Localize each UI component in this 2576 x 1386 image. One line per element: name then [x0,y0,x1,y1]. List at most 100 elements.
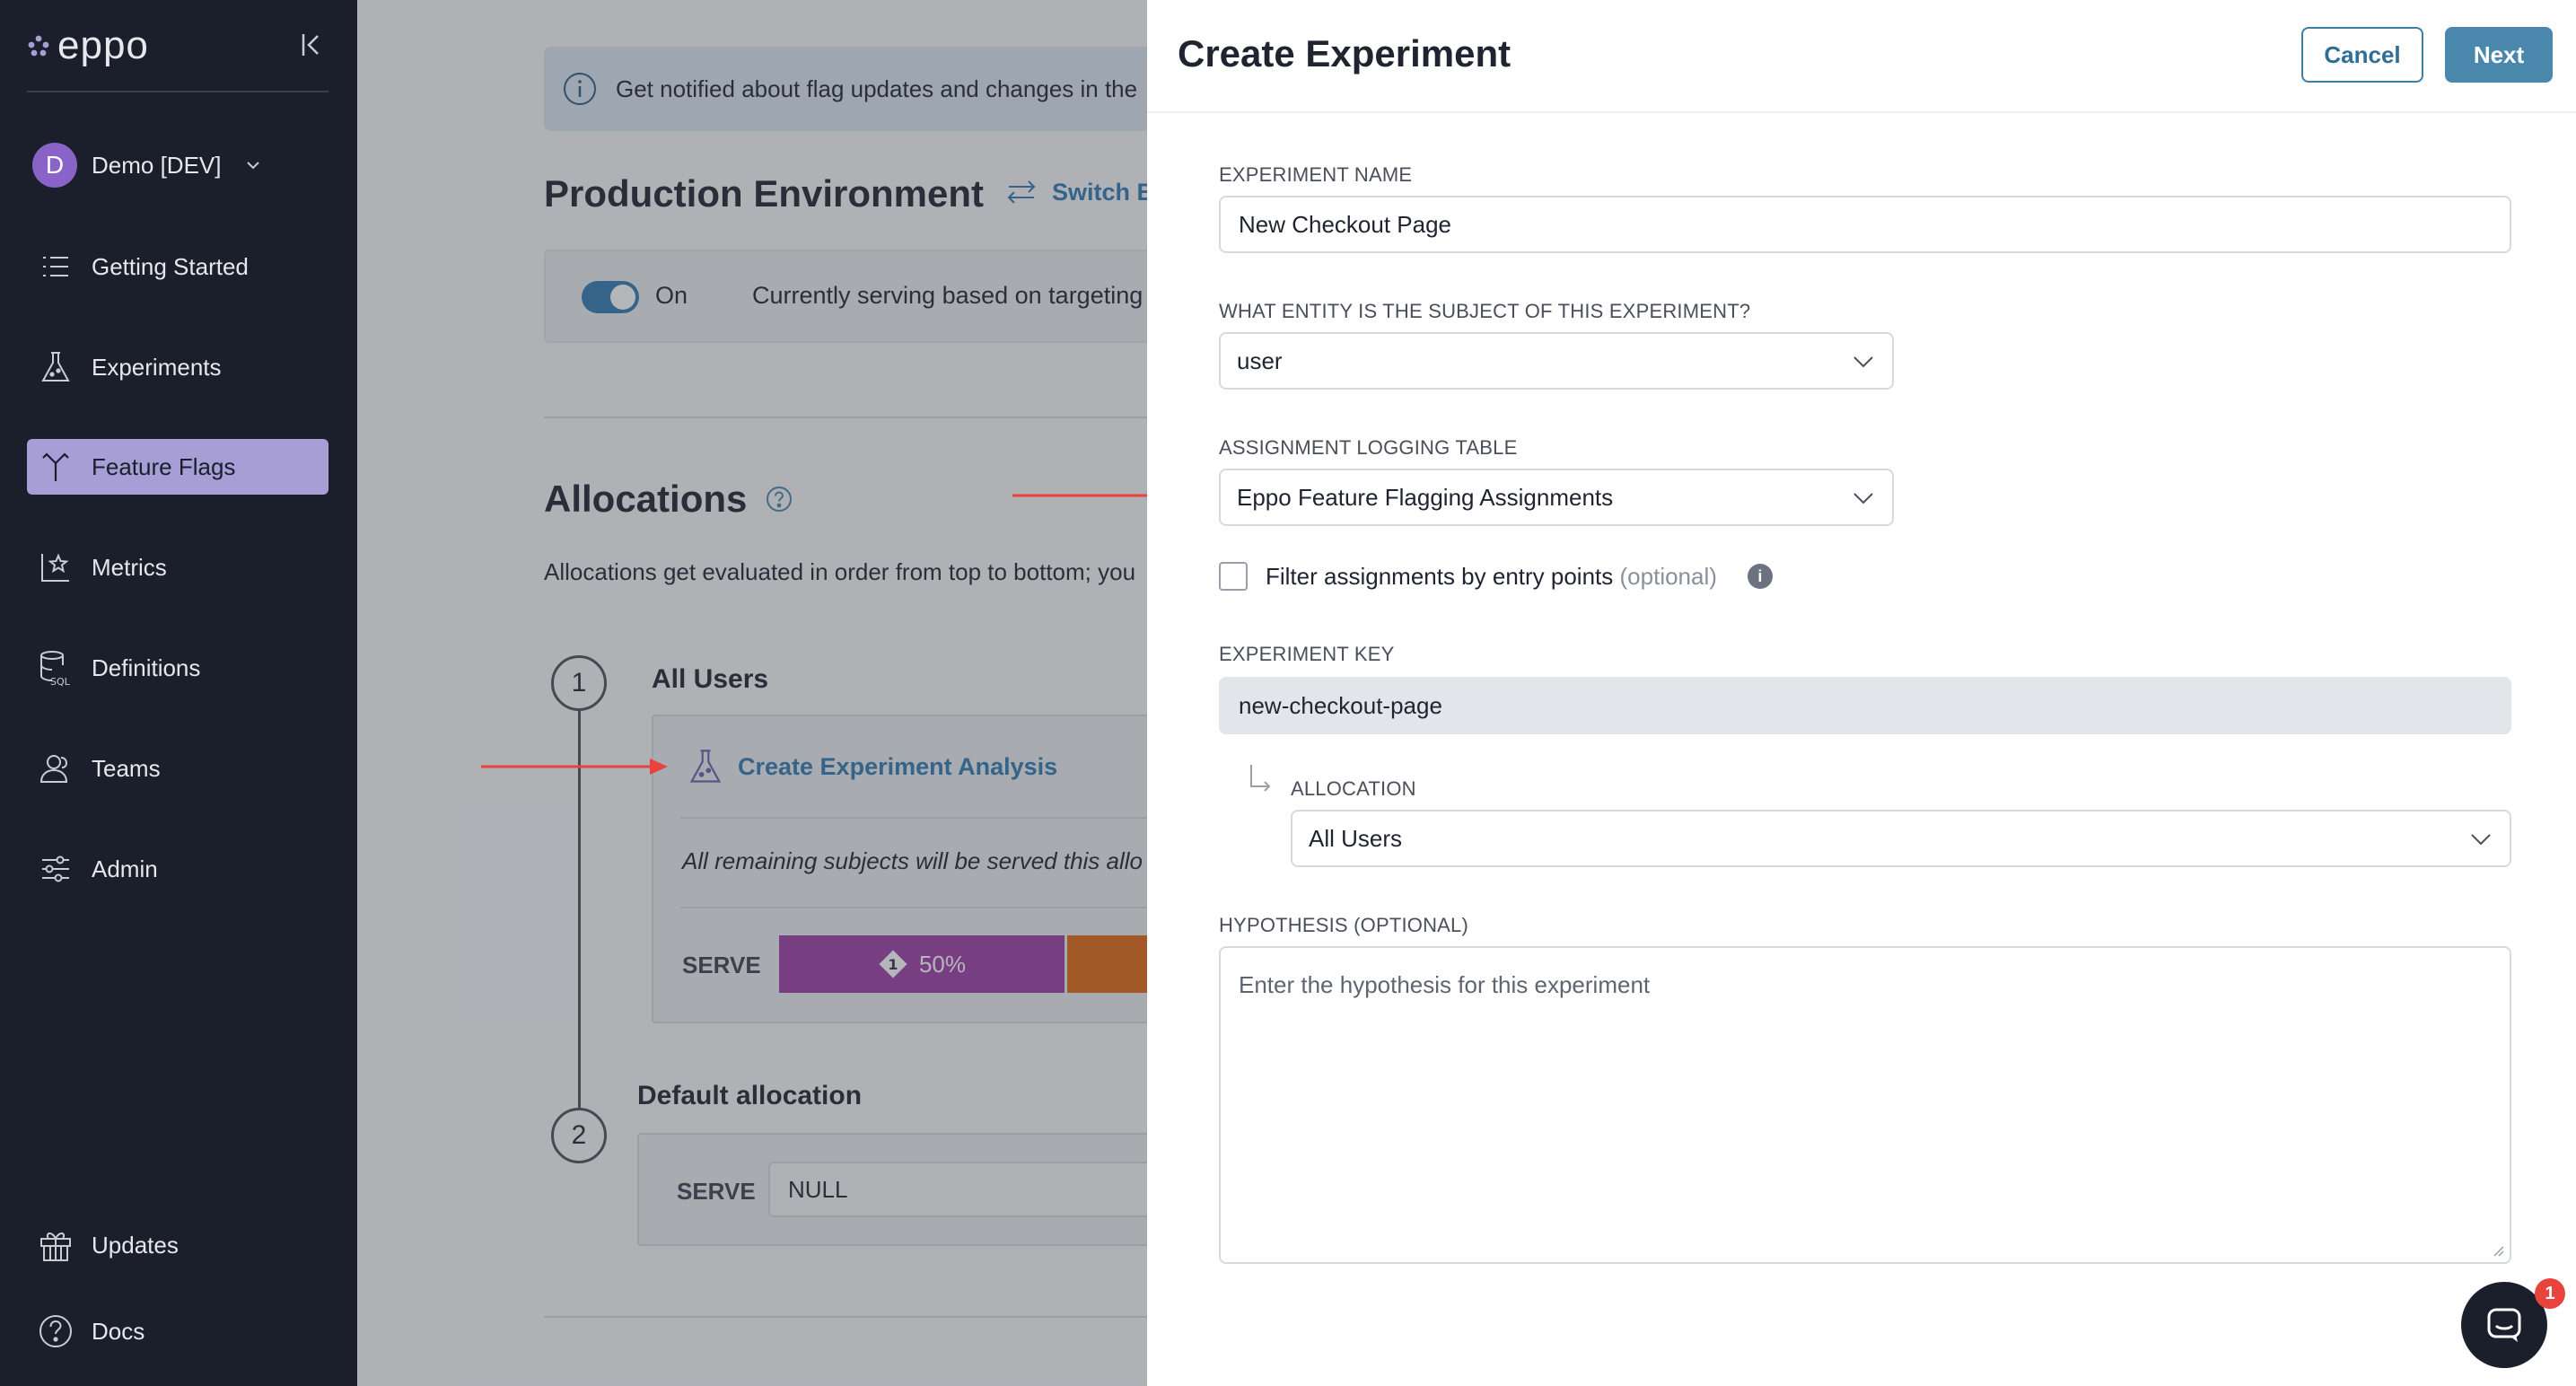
create-experiment-drawer: Create Experiment Cancel Next EXPERIMENT… [1147,0,2576,1386]
branch-connector-icon [1250,765,1271,792]
default-serve-value[interactable]: NULL [768,1162,1147,1217]
environment-title: Production Environment [544,172,985,215]
sidebar-item-label: Experiments [92,353,222,381]
environment-toggle[interactable] [582,281,639,313]
database-sql-icon: SQL [38,650,74,687]
experiment-key-label: EXPERIMENT KEY [1219,643,1395,665]
svg-text:SQL: SQL [50,676,71,687]
allocation-name: All Users [652,664,769,694]
list-icon [38,249,74,285]
allocation-step-2: 2 [551,1108,607,1163]
sliders-icon [38,851,74,887]
variant-segment[interactable]: 1 50% [779,935,1065,993]
variant-diamond-icon: 1 [879,950,907,978]
chevron-down-icon [1853,493,1873,504]
allocation-step-1: 1 [551,655,607,711]
flask-icon [689,750,722,783]
section-divider [544,417,1147,418]
chat-notification-badge: 1 [2535,1278,2565,1309]
entity-selected-value: user [1237,346,1283,374]
variant-badge: 1 [888,956,898,973]
sidebar-item-experiments[interactable]: Experiments [27,339,329,395]
users-icon [38,750,74,786]
chat-icon [2487,1308,2521,1342]
info-icon[interactable]: i [1747,564,1773,589]
allocation-select[interactable]: All Users [1291,810,2511,867]
sidebar-item-feature-flags[interactable]: Feature Flags [27,439,329,495]
serve-label: SERVE [677,1178,756,1205]
sidebar-item-label: Feature Flags [92,452,236,480]
hypothesis-label: HYPOTHESIS (OPTIONAL) [1219,914,1469,936]
allocation-label: ALLOCATION [1291,777,1416,800]
eppo-logo[interactable]: eppo [27,23,149,68]
eppo-logo-icon [28,35,49,57]
sidebar-item-definitions[interactable]: SQL Definitions [27,640,329,696]
default-allocation-card: SERVE NULL [637,1133,1147,1246]
banner-text: Get notified about flag updates and chan… [616,75,1138,102]
logging-table-selected-value: Eppo Feature Flagging Assignments [1237,483,1614,511]
sidebar-item-label: Docs [92,1317,145,1345]
collapse-sidebar-icon[interactable] [298,29,325,61]
help-circle-icon [38,1313,74,1349]
logo-text: eppo [57,23,149,67]
hypothesis-textarea[interactable]: Enter the hypothesis for this experiment [1219,946,2511,1264]
environment-toggle-bar: On Currently serving based on targeting [544,250,1147,343]
info-banner: Get notified about flag updates and chan… [544,47,1147,131]
logging-table-select[interactable]: Eppo Feature Flagging Assignments [1219,469,1894,526]
flask-icon [38,349,74,385]
help-icon[interactable] [765,485,793,513]
experiment-key-input[interactable]: new-checkout-page [1219,677,2511,734]
hypothesis-placeholder: Enter the hypothesis for this experiment [1239,971,1651,998]
sidebar-item-getting-started[interactable]: Getting Started [27,239,329,294]
workspace-avatar: D [32,143,77,188]
sidebar-divider [27,91,329,92]
variant-split-bar[interactable]: 1 50% [779,935,1147,993]
filter-entry-points-label[interactable]: Filter assignments by entry points (opti… [1266,563,1717,591]
sidebar-item-metrics[interactable]: Metrics [27,539,329,595]
filter-entry-points-checkbox[interactable] [1219,562,1248,591]
allocation-card: Create Experiment Analysis All remaining… [652,715,1147,1023]
sidebar-item-docs[interactable]: Docs [27,1303,329,1359]
cancel-button[interactable]: Cancel [2301,27,2423,83]
sidebar-item-label: Definitions [92,654,201,681]
variant-segment[interactable] [1067,935,1147,993]
sidebar-item-label: Admin [92,855,158,882]
chevron-down-icon [1853,356,1873,368]
flag-detail-page: Get notified about flag updates and chan… [357,0,1147,1386]
sidebar-item-label: Getting Started [92,252,249,280]
allocations-description: Allocations get evaluated in order from … [544,558,1136,585]
annotation-arrow-icon [481,759,668,775]
create-experiment-analysis-link[interactable]: Create Experiment Analysis [688,747,1057,786]
resize-handle-icon[interactable] [2492,1244,2504,1257]
optional-tag: (optional) [1619,562,1717,590]
workspace-name: Demo [DEV] [92,151,222,179]
logging-table-label: ASSIGNMENT LOGGING TABLE [1219,436,1518,459]
filter-entry-points-row: Filter assignments by entry points (opti… [1219,562,1773,591]
allocation-rule-text: All remaining subjects will be served th… [682,847,1143,874]
chart-star-icon [38,549,74,585]
experiment-name-label: EXPERIMENT NAME [1219,163,1413,186]
switch-environment-link[interactable]: Switch En [1003,178,1147,206]
sidebar-item-updates[interactable]: Updates [27,1217,329,1273]
drawer-title: Create Experiment [1178,32,1511,75]
serve-label: SERVE [682,952,761,978]
sidebar-item-label: Updates [92,1231,179,1259]
experiment-name-input[interactable]: New Checkout Page [1219,196,2511,253]
info-icon [564,73,596,105]
create-experiment-analysis-label: Create Experiment Analysis [738,752,1058,780]
next-button[interactable]: Next [2445,27,2553,83]
card-divider [680,817,1147,819]
gift-icon [38,1227,74,1263]
allocations-heading: Allocations [544,478,748,520]
chevron-down-icon [246,162,259,170]
variant-percentage: 50% [918,950,967,978]
section-divider [544,1316,1147,1318]
drawer-header: Create Experiment Cancel Next [1147,0,2576,113]
toggle-label: On [655,282,688,309]
sidebar-item-label: Teams [92,754,161,782]
workspace-switcher[interactable]: D Demo [DEV] [32,142,261,189]
entity-select[interactable]: user [1219,332,1894,390]
sidebar-item-admin[interactable]: Admin [27,841,329,897]
card-divider [680,907,1147,908]
sidebar-item-teams[interactable]: Teams [27,741,329,796]
